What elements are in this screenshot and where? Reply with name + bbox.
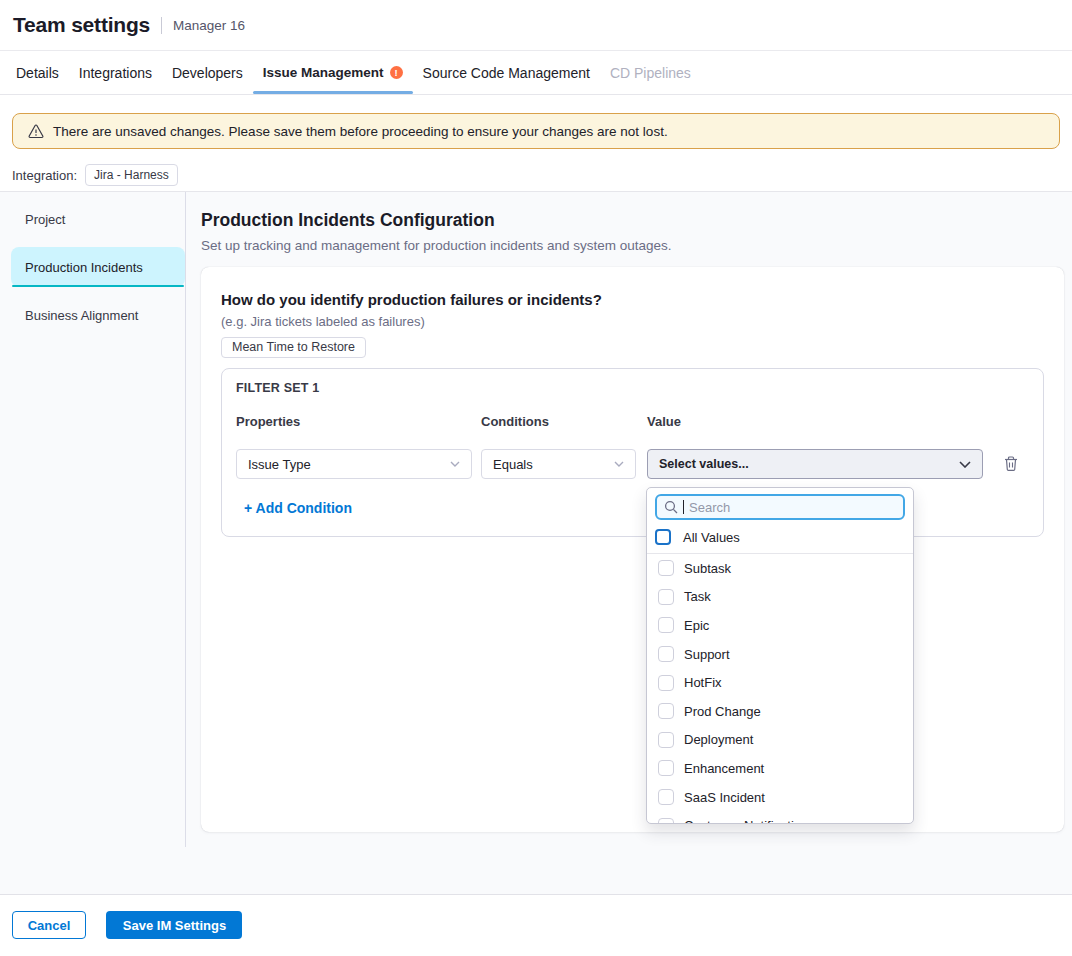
checkbox[interactable] — [658, 675, 674, 691]
sidebar-item-project[interactable]: Project — [11, 199, 185, 239]
tab-details[interactable]: Details — [6, 51, 69, 94]
dropdown-search-input[interactable]: Search — [655, 494, 905, 520]
column-header-properties: Properties — [236, 414, 472, 429]
option-prod-change[interactable]: Prod Change — [647, 697, 913, 726]
sidebar-item-production-incidents[interactable]: Production Incidents — [11, 247, 185, 287]
unsaved-changes-banner: There are unsaved changes. Please save t… — [12, 113, 1060, 149]
config-card: How do you identify production failures … — [201, 267, 1064, 832]
property-select[interactable]: Issue Type — [236, 449, 472, 479]
question-hint: (e.g. Jira tickets labeled as failures) — [221, 314, 1044, 329]
section-subtitle: Set up tracking and management for produ… — [201, 238, 1064, 253]
save-im-settings-button[interactable]: Save IM Settings — [106, 911, 242, 939]
text-caret — [683, 500, 684, 514]
tab-source-code-management[interactable]: Source Code Management — [413, 51, 600, 94]
search-placeholder: Search — [689, 500, 730, 515]
page-header: Team settings Manager 16 — [0, 0, 1072, 51]
footer-actions: Cancel Save IM Settings — [0, 895, 1072, 955]
delete-filter-icon[interactable] — [1004, 456, 1018, 472]
chevron-down-icon — [959, 461, 971, 468]
tab-bar: Details Integrations Developers Issue Ma… — [0, 51, 1072, 95]
option-epic[interactable]: Epic — [647, 611, 913, 640]
option-task[interactable]: Task — [647, 583, 913, 612]
checkbox[interactable] — [658, 617, 674, 633]
tab-cd-pipelines: CD Pipelines — [600, 51, 701, 94]
condition-select[interactable]: Equals — [481, 449, 636, 479]
option-enhancement[interactable]: Enhancement — [647, 754, 913, 783]
tab-issue-management[interactable]: Issue Management ! — [253, 51, 413, 94]
tab-developers[interactable]: Developers — [162, 51, 253, 94]
column-header-value: Value — [647, 414, 983, 429]
checkbox[interactable] — [658, 703, 674, 719]
team-name: Manager 16 — [173, 18, 245, 33]
integration-label: Integration: — [12, 168, 77, 183]
section-title: Production Incidents Configuration — [201, 210, 1064, 231]
tab-integrations[interactable]: Integrations — [69, 51, 162, 94]
banner-text: There are unsaved changes. Please save t… — [53, 124, 668, 139]
cancel-button[interactable]: Cancel — [12, 911, 86, 939]
chevron-down-icon — [614, 461, 624, 467]
pre-footer-strip — [0, 847, 1072, 895]
main-panel: Production Incidents Configuration Set u… — [186, 192, 1072, 847]
add-condition-button[interactable]: + Add Condition — [244, 500, 352, 516]
settings-sidebar: Project Production Incidents Business Al… — [0, 192, 186, 847]
integration-chip[interactable]: Jira - Harness — [85, 164, 178, 186]
question-heading: How do you identify production failures … — [221, 291, 1044, 308]
checkbox[interactable] — [658, 789, 674, 805]
checkbox[interactable] — [658, 560, 674, 576]
checkbox[interactable] — [658, 646, 674, 662]
checkbox[interactable] — [658, 760, 674, 776]
search-icon — [664, 500, 678, 514]
checkbox[interactable] — [658, 732, 674, 748]
page-title: Team settings — [13, 13, 150, 37]
checkbox[interactable] — [658, 818, 674, 824]
option-support[interactable]: Support — [647, 640, 913, 669]
value-dropdown-panel: Search All Values Subtask Task Epic Supp… — [646, 487, 914, 824]
filter-set-box: FILTER SET 1 Properties Conditions Value… — [221, 368, 1044, 537]
warning-badge-icon: ! — [390, 66, 403, 79]
option-hotfix[interactable]: HotFix — [647, 668, 913, 697]
integration-row: Integration: Jira - Harness — [12, 164, 1060, 186]
metric-chip[interactable]: Mean Time to Restore — [221, 337, 366, 358]
option-all-values[interactable]: All Values — [647, 521, 913, 553]
title-separator — [161, 17, 162, 34]
option-saas-incident[interactable]: SaaS Incident — [647, 783, 913, 812]
filter-set-title: FILTER SET 1 — [236, 381, 1029, 395]
checkbox[interactable] — [658, 589, 674, 605]
option-deployment[interactable]: Deployment — [647, 726, 913, 755]
column-header-conditions: Conditions — [481, 414, 636, 429]
option-subtask[interactable]: Subtask — [647, 554, 913, 583]
checkbox-all-values[interactable] — [655, 529, 671, 545]
sidebar-item-business-alignment[interactable]: Business Alignment — [11, 295, 185, 335]
chevron-down-icon — [450, 461, 460, 467]
value-select[interactable]: Select values... — [647, 449, 983, 479]
warning-triangle-icon — [28, 124, 44, 139]
option-customer-notification[interactable]: Customer Notification — [647, 811, 913, 824]
